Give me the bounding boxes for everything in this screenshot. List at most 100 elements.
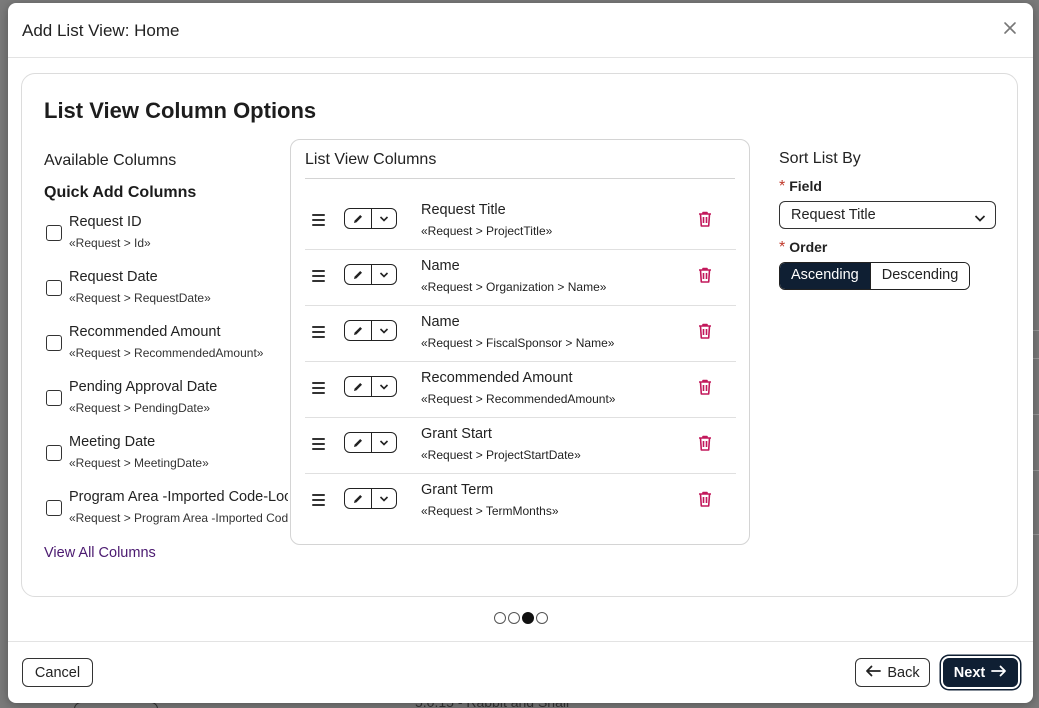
drag-handle-icon[interactable] [312, 270, 325, 282]
page-title: List View Column Options [44, 98, 317, 123]
quick-add-list: Request ID «Request > Id» Request Date «… [44, 204, 288, 534]
pencil-icon[interactable] [345, 265, 372, 284]
order-label: Order [789, 239, 828, 255]
arrow-left-icon [865, 665, 882, 681]
quick-add-item-name: Request ID [69, 214, 142, 230]
edit-button-group [344, 432, 397, 453]
quick-add-checkbox[interactable] [46, 445, 62, 461]
quick-add-checkbox[interactable] [46, 500, 62, 516]
quick-add-item: Request ID «Request > Id» [44, 214, 288, 254]
quick-add-checkbox[interactable] [46, 335, 62, 351]
descending-button[interactable]: Descending [869, 263, 970, 289]
list-view-column-row: Grant Start «Request > ProjectStartDate» [305, 418, 736, 474]
list-view-column-row: Recommended Amount «Request > Recommende… [305, 362, 736, 418]
step-dot-current[interactable] [522, 612, 534, 624]
column-name: Grant Term [421, 482, 494, 498]
order-label-row: * Order [779, 239, 827, 257]
chevron-down-icon[interactable] [372, 209, 396, 228]
quick-add-item-path: «Request > RequestDate» [69, 291, 211, 305]
modal-title: Add List View: Home [22, 21, 180, 40]
quick-add-checkbox[interactable] [46, 390, 62, 406]
column-name: Name [421, 314, 460, 330]
quick-add-checkbox[interactable] [46, 280, 62, 296]
view-all-columns-link[interactable]: View All Columns [44, 545, 156, 561]
column-path: «Request > ProjectTitle» [421, 224, 553, 238]
edit-button-group [344, 208, 397, 229]
chevron-down-icon[interactable] [372, 433, 396, 452]
list-view-column-row: Grant Term «Request > TermMonths» [305, 474, 736, 530]
next-label: Next [953, 664, 986, 681]
add-list-view-modal: Add List View: Home List View Column Opt… [8, 3, 1033, 703]
quick-add-checkbox[interactable] [46, 225, 62, 241]
quick-add-item-path: «Request > PendingDate» [69, 401, 211, 415]
available-columns-section: Available Columns Quick Add Columns [44, 152, 294, 202]
column-path: «Request > TermMonths» [421, 504, 559, 518]
quick-add-item: Request Date «Request > RequestDate» [44, 269, 288, 309]
edit-button-group [344, 320, 397, 341]
drag-handle-icon[interactable] [312, 494, 325, 506]
list-view-columns-panel: List View Columns Request Title «Request… [290, 139, 750, 545]
list-view-column-row: Name «Request > Organization > Name» [305, 250, 736, 306]
column-path: «Request > RecommendedAmount» [421, 392, 616, 406]
quick-add-item: Program Area -Imported Code-Lookup «Requ… [44, 489, 288, 529]
edit-button-group [344, 376, 397, 397]
quick-add-item-path: «Request > Id» [69, 236, 151, 250]
quick-add-item: Pending Approval Date «Request > Pending… [44, 379, 288, 419]
drag-handle-icon[interactable] [312, 438, 325, 450]
close-icon[interactable] [1001, 20, 1019, 38]
ascending-button[interactable]: Ascending [780, 263, 870, 289]
step-dot[interactable] [494, 612, 506, 624]
chevron-down-icon [974, 210, 986, 228]
step-indicator [494, 612, 548, 624]
quick-add-item-name: Request Date [69, 269, 158, 285]
trash-icon[interactable] [697, 266, 713, 284]
pencil-icon[interactable] [345, 489, 372, 508]
list-view-column-row: Request Title «Request > ProjectTitle» [305, 194, 736, 250]
chevron-down-icon[interactable] [372, 377, 396, 396]
drag-handle-icon[interactable] [312, 326, 325, 338]
chevron-down-icon[interactable] [372, 265, 396, 284]
quick-add-item-name: Program Area -Imported Code-Lookup [69, 489, 288, 505]
quick-add-item-name: Pending Approval Date [69, 379, 218, 395]
trash-icon[interactable] [697, 210, 713, 228]
quick-add-item-name: Recommended Amount [69, 324, 221, 340]
cancel-label: Cancel [34, 664, 81, 681]
pencil-icon[interactable] [345, 377, 372, 396]
column-name: Grant Start [421, 426, 492, 442]
sort-field-value: Request Title [791, 207, 876, 223]
quick-add-heading: Quick Add Columns [44, 184, 197, 201]
back-button[interactable]: Back [855, 658, 930, 687]
quick-add-item: Meeting Date «Request > MeetingDate» [44, 434, 288, 474]
step-dot[interactable] [508, 612, 520, 624]
column-name: Request Title [421, 202, 506, 218]
list-view-columns-heading: List View Columns [305, 151, 437, 168]
sort-field-select[interactable]: Request Title [779, 201, 996, 229]
step-dot[interactable] [536, 612, 548, 624]
divider [305, 178, 735, 179]
back-label: Back [887, 664, 920, 681]
chevron-down-icon[interactable] [372, 321, 396, 340]
sort-section: Sort List By * Field Request Title * Order… [779, 150, 999, 290]
available-columns-heading: Available Columns [44, 152, 177, 169]
modal-header: Add List View: Home [8, 3, 1033, 58]
column-options-card: List View Column Options Available Colum… [21, 73, 1018, 597]
trash-icon[interactable] [697, 378, 713, 396]
column-name: Recommended Amount [421, 370, 573, 386]
trash-icon[interactable] [697, 490, 713, 508]
cancel-button[interactable]: Cancel [22, 658, 93, 687]
pencil-icon[interactable] [345, 433, 372, 452]
quick-add-item-path: «Request > Program Area -Imported Code-L… [69, 511, 288, 525]
chevron-down-icon[interactable] [372, 489, 396, 508]
trash-icon[interactable] [697, 434, 713, 452]
next-button[interactable]: Next [943, 658, 1018, 687]
drag-handle-icon[interactable] [312, 382, 325, 394]
trash-icon[interactable] [697, 322, 713, 340]
quick-add-item-path: «Request > RecommendedAmount» [69, 346, 264, 360]
modal-footer: Cancel Back Next [8, 641, 1033, 703]
required-marker: * [779, 178, 786, 195]
field-label-row: * Field [779, 178, 822, 196]
quick-add-item-path: «Request > MeetingDate» [69, 456, 209, 470]
drag-handle-icon[interactable] [312, 214, 325, 226]
pencil-icon[interactable] [345, 209, 372, 228]
pencil-icon[interactable] [345, 321, 372, 340]
